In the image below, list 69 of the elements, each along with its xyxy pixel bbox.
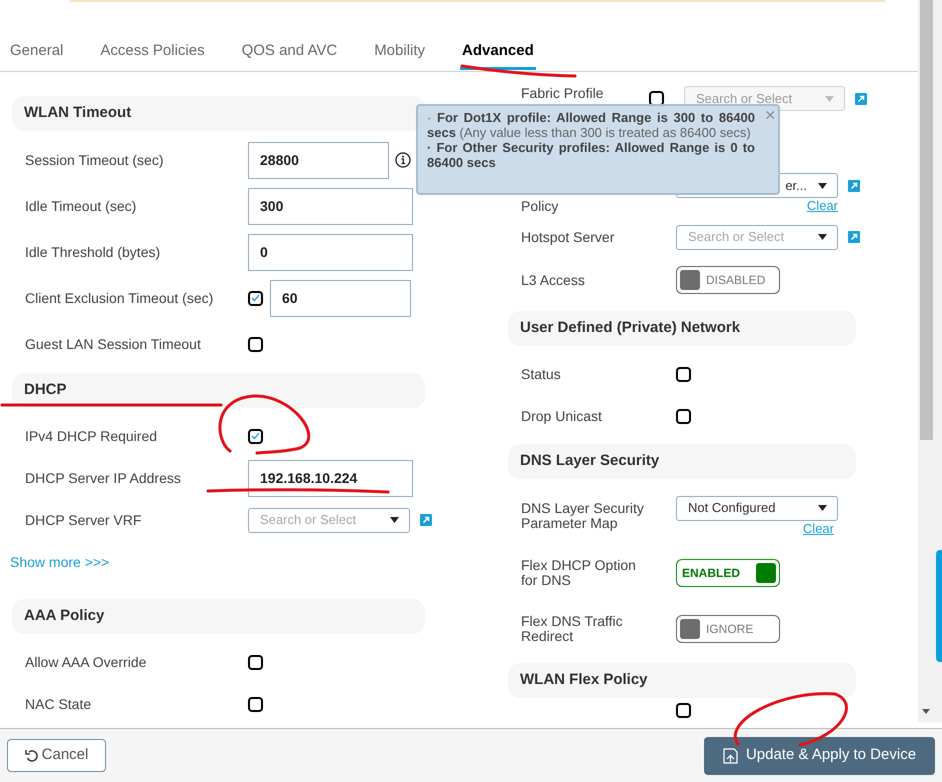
- field-label: Flex DHCP Option for DNS: [521, 558, 637, 588]
- caret-icon[interactable]: [818, 505, 826, 511]
- checkbox[interactable]: [248, 696, 263, 712]
- checkbox[interactable]: [248, 336, 263, 352]
- tab[interactable]: Mobility: [374, 40, 426, 72]
- field-label: Drop Unicast: [521, 408, 603, 424]
- checkmark-icon: [251, 432, 260, 440]
- toggle-switch[interactable]: IGNORE: [676, 614, 780, 642]
- caret-icon[interactable]: [390, 517, 398, 523]
- field-label: Fabric Profile: [521, 86, 604, 101]
- clear-link[interactable]: Clear: [802, 520, 834, 536]
- checkbox[interactable]: [248, 290, 263, 306]
- field-label: L3 Access: [521, 272, 586, 288]
- show-more-link[interactable]: Show more >>>: [10, 552, 110, 572]
- field-label: Idle Timeout (sec): [25, 198, 138, 214]
- tooltip-text: · For Dot1X profile: Allowed Range is 300 to 86400 secs (Any value less than 300 is treated as 86400 secs): [427, 110, 755, 140]
- section-header: DHCP: [12, 373, 425, 408]
- input-field[interactable]: 28800: [248, 142, 389, 178]
- caret-icon[interactable]: [818, 182, 826, 188]
- tab[interactable]: QOS and AVC: [242, 40, 338, 72]
- section-header: AAA Policy: [12, 599, 425, 634]
- tab[interactable]: Advanced: [462, 40, 534, 72]
- clear-link[interactable]: Clear: [806, 198, 838, 214]
- section-header: User Defined (Private) Network: [508, 311, 856, 346]
- scroll-thumb[interactable]: [920, 0, 933, 440]
- field-label: NAC State: [25, 696, 92, 712]
- field-label: DHCP Server IP Address: [25, 470, 182, 486]
- checkbox[interactable]: [676, 366, 691, 382]
- checkbox[interactable]: [676, 408, 691, 424]
- tab[interactable]: Access Policies: [100, 40, 205, 72]
- apply-button[interactable]: Update & Apply to Device: [704, 736, 935, 774]
- field-label: Guest LAN Session Timeout: [25, 336, 202, 352]
- input-field[interactable]: 60: [270, 280, 411, 316]
- undo-icon[interactable]: [24, 748, 38, 762]
- section-header: WLAN Timeout: [12, 96, 425, 131]
- checkbox[interactable]: [248, 654, 263, 670]
- info-icon[interactable]: [395, 152, 411, 168]
- section-header: WLAN Flex Policy: [508, 663, 856, 698]
- field-label: Policy: [521, 199, 560, 214]
- external-link-icon[interactable]: [848, 231, 860, 243]
- caret-icon[interactable]: [818, 234, 826, 240]
- field-label: IPv4 DHCP Required: [25, 428, 158, 444]
- field-label: DNS Layer Security Parameter Map: [521, 501, 645, 531]
- field-label: Flex DNS Traffic Redirect: [521, 614, 624, 644]
- input-field[interactable]: 300: [248, 188, 413, 224]
- field-label: DHCP Server VRF: [25, 512, 142, 528]
- input-field[interactable]: 0: [248, 234, 413, 270]
- external-link-icon[interactable]: [848, 180, 860, 192]
- input-field[interactable]: 192.168.10.224: [248, 460, 413, 496]
- upload-icon[interactable]: [722, 748, 738, 764]
- checkmark-icon: [251, 294, 260, 302]
- scroll-down-icon[interactable]: [922, 709, 930, 714]
- dropdown[interactable]: Not Configured: [676, 496, 838, 520]
- checkbox[interactable]: [248, 428, 263, 444]
- field-label: Status: [521, 366, 562, 382]
- field-label: Client Exclusion Timeout (sec): [25, 290, 214, 306]
- field-label: Session Timeout (sec): [25, 152, 164, 168]
- checkbox[interactable]: [676, 703, 691, 718]
- external-link-icon[interactable]: [420, 514, 432, 526]
- cancel-button[interactable]: Cancel: [7, 739, 106, 772]
- field-label: Allow AAA Override: [25, 654, 148, 670]
- tab[interactable]: General: [10, 40, 64, 72]
- field-label: Hotspot Server: [521, 230, 616, 244]
- scrollbar[interactable]: [918, 0, 942, 722]
- tooltip-text: · For Other Security profiles: Allowed Range is 0 to 86400 secs: [427, 140, 755, 170]
- field-label: Idle Threshold (bytes): [25, 244, 162, 260]
- toggle-switch[interactable]: ENABLED: [676, 558, 780, 586]
- section-header: DNS Layer Security: [508, 444, 856, 479]
- toggle-switch[interactable]: DISABLED: [676, 266, 780, 294]
